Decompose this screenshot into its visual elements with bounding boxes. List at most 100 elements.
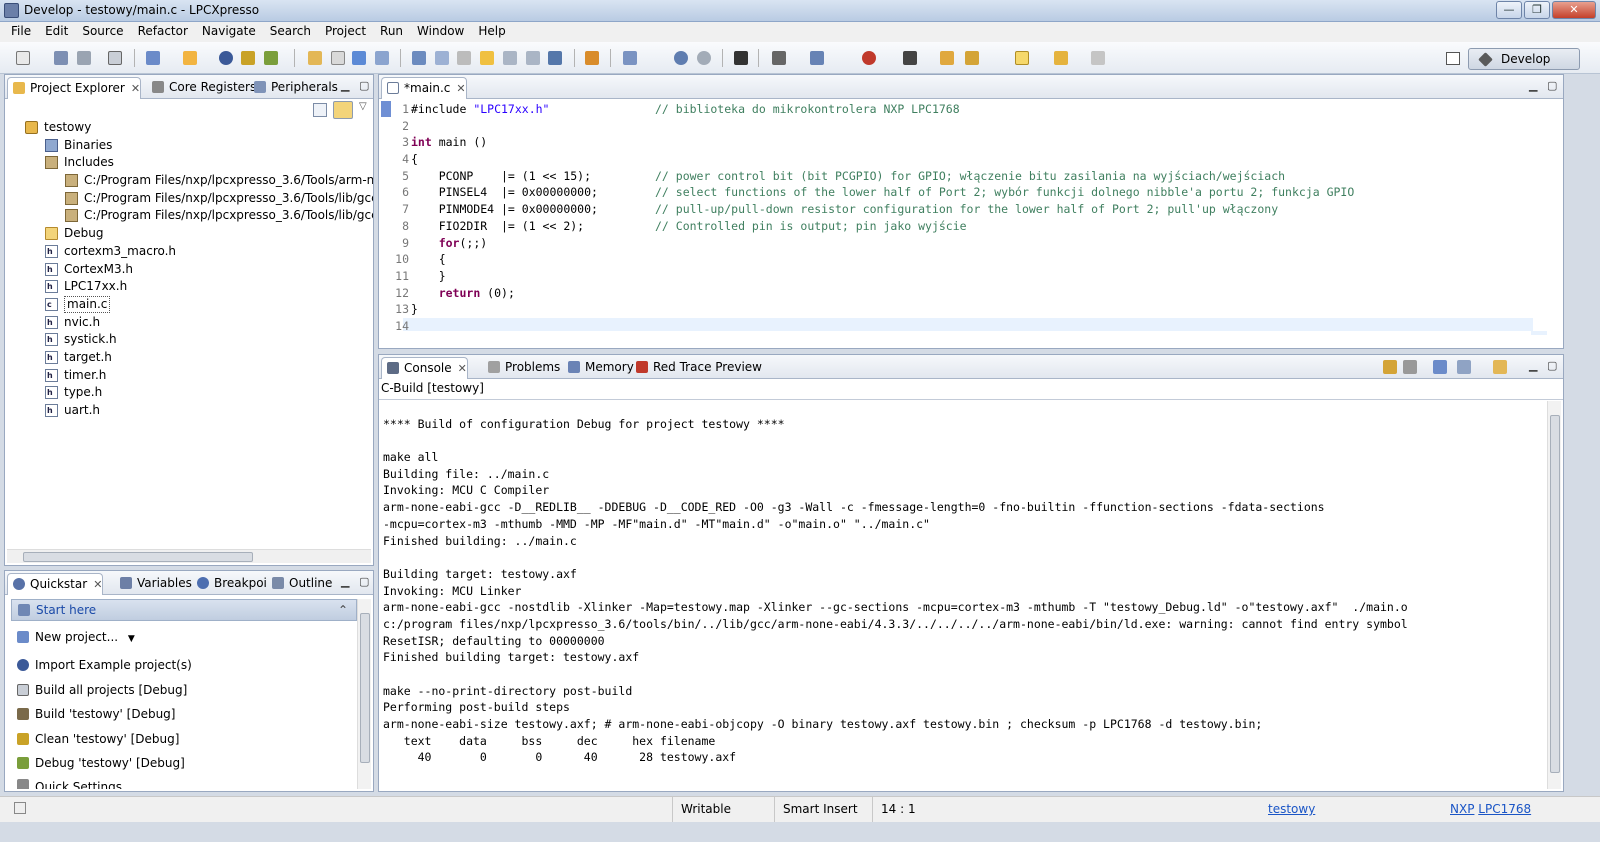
tab-project-explorer[interactable]: Project Explorer ✕ <box>7 77 142 99</box>
close-icon[interactable]: ✕ <box>93 578 102 591</box>
code-line[interactable]: 6 PINSEL4 |= 0x00000000; // select functi… <box>402 184 1547 201</box>
close-icon[interactable]: ✕ <box>131 82 140 95</box>
scrollbar-thumb[interactable] <box>1550 415 1560 773</box>
code-line[interactable]: 10 { <box>395 251 1547 268</box>
collapse-all-icon[interactable] <box>313 103 327 117</box>
tab-problems[interactable]: Problems <box>483 357 560 379</box>
tree-item[interactable]: h LPC17xx.h <box>5 278 373 296</box>
tree-item[interactable]: h timer.h <box>5 367 373 385</box>
copy-icon[interactable] <box>352 51 366 65</box>
clear-console-icon[interactable] <box>1403 360 1417 374</box>
tab-memory[interactable]: Memory <box>563 357 634 379</box>
code-line[interactable]: 7 PINMODE4 |= 0x00000000; // pull-up/pull… <box>402 201 1547 218</box>
display-console-icon[interactable] <box>1457 360 1471 374</box>
close-button[interactable]: ✕ <box>1552 1 1596 19</box>
menu-file[interactable]: File <box>4 22 38 42</box>
new-project-item[interactable]: New project... ▼ <box>15 627 135 647</box>
tree-item[interactable]: Debug <box>5 225 373 243</box>
import-example-item[interactable]: Import Example project(s) <box>15 655 192 675</box>
tab-main-c[interactable]: *main.c ✕ <box>381 77 467 99</box>
tab-quickstart[interactable]: Quickstar ✕ <box>7 573 104 595</box>
lock-icon[interactable] <box>1383 360 1397 374</box>
code-line[interactable]: 11 } <box>395 268 1547 285</box>
code-line[interactable]: 12 return (0); <box>395 285 1547 302</box>
new-project-icon[interactable] <box>146 51 160 65</box>
debug-project-item[interactable]: Debug 'testowy' [Debug] <box>15 753 185 773</box>
close-icon[interactable]: ✕ <box>458 362 467 375</box>
close-icon[interactable]: ✕ <box>456 82 465 95</box>
nxp-link[interactable]: NXP <box>1450 802 1474 816</box>
tree-item[interactable]: Binaries <box>5 137 373 155</box>
menu-window[interactable]: Window <box>410 22 471 42</box>
build-project-item[interactable]: Build 'testowy' [Debug] <box>15 704 175 724</box>
minimize-button[interactable]: — <box>1496 1 1522 19</box>
minimize-icon[interactable]: ▁ <box>1529 359 1537 372</box>
open-type-icon[interactable] <box>940 51 954 65</box>
tree-item[interactable]: C:/Program Files/nxp/lpcxpresso_3.6/Tool… <box>5 172 373 190</box>
tree-item[interactable]: h systick.h <box>5 331 373 349</box>
run-icon[interactable] <box>862 51 876 65</box>
scrollbar-thumb[interactable] <box>360 613 370 763</box>
collapse-icon[interactable]: ⌃ <box>338 600 348 620</box>
editor-horizontal-scrollbar[interactable] <box>381 331 1531 345</box>
debug-icon[interactable] <box>734 51 748 65</box>
quick-settings-item[interactable]: Quick Settings <box>15 775 122 789</box>
editor-vertical-scrollbar[interactable] <box>1533 101 1547 331</box>
import-icon[interactable] <box>183 51 197 65</box>
clean-project-item[interactable]: Clean 'testowy' [Debug] <box>15 729 179 749</box>
menu-navigate[interactable]: Navigate <box>195 22 263 42</box>
maximize-icon[interactable]: ▢ <box>1547 359 1557 372</box>
tree-item[interactable]: h cortexm3_macro.h <box>5 243 373 261</box>
console-output[interactable]: **** Build of configuration Debug for pr… <box>383 399 1543 766</box>
code-line[interactable]: 2 <box>402 118 1547 135</box>
open-folder-icon[interactable] <box>308 51 322 65</box>
download-icon[interactable] <box>548 51 562 65</box>
maximize-icon[interactable]: ▢ <box>1547 79 1557 92</box>
code-line[interactable]: 13} <box>395 301 1547 318</box>
menu-refactor[interactable]: Refactor <box>131 22 195 42</box>
tree-item[interactable]: Includes <box>5 154 373 172</box>
settings-icon[interactable] <box>810 51 824 65</box>
menu-help[interactable]: Help <box>471 22 512 42</box>
debug-pin-icon[interactable] <box>219 51 233 65</box>
quickstart-header[interactable]: Start here ⌃ <box>11 599 357 621</box>
menu-run[interactable]: Run <box>373 22 410 42</box>
build-all-item[interactable]: Build all projects [Debug] <box>15 680 187 700</box>
image-icon[interactable] <box>435 51 449 65</box>
tab-core-registers[interactable]: Core Registers <box>147 77 256 99</box>
save-icon[interactable] <box>54 51 68 65</box>
maximize-icon[interactable]: ▢ <box>359 79 369 92</box>
folder-up-icon[interactable] <box>331 51 345 65</box>
connect-icon[interactable] <box>674 51 688 65</box>
code-editor[interactable]: 1 #include "LPC17xx.h" // biblioteka do mi… <box>395 101 1547 335</box>
code-line[interactable]: 5 PCONP |= (1 << 15); // power control bi… <box>402 168 1547 185</box>
tab-red-trace[interactable]: Red Trace Preview <box>631 357 762 379</box>
tab-peripherals[interactable]: Peripherals <box>249 77 338 99</box>
link-editor-icon[interactable] <box>333 101 353 119</box>
minimize-icon[interactable]: ▁ <box>341 575 349 588</box>
maximize-button[interactable]: ❐ <box>1524 1 1550 19</box>
chip-icon[interactable] <box>903 51 917 65</box>
menu-project[interactable]: Project <box>318 22 373 42</box>
develop-perspective-button[interactable]: Develop <box>1468 48 1580 70</box>
clean-icon[interactable] <box>241 51 255 65</box>
export-icon[interactable] <box>412 51 426 65</box>
bug-icon[interactable] <box>264 51 278 65</box>
code-line[interactable]: 8 FIO2DIR |= (1 << 2); // Controlled pin … <box>402 218 1547 235</box>
tree-item[interactable]: testowy <box>5 119 373 137</box>
scrollbar-thumb[interactable] <box>23 552 253 562</box>
tree-item[interactable]: C:/Program Files/nxp/lpcxpresso_3.6/Tool… <box>5 190 373 208</box>
maximize-icon[interactable]: ▢ <box>359 575 369 588</box>
code-line[interactable]: 1 #include "LPC17xx.h" // biblioteka do mi… <box>402 101 1547 118</box>
tab-variables[interactable]: Variables <box>115 573 192 595</box>
tree-item[interactable]: h uart.h <box>5 402 373 420</box>
tab-console[interactable]: Console ✕ <box>381 357 468 379</box>
fast-view-icon[interactable] <box>14 802 26 814</box>
refresh-icon[interactable] <box>375 51 389 65</box>
new-icon[interactable] <box>16 51 30 65</box>
tree-item[interactable]: h nvic.h <box>5 314 373 332</box>
hammer-icon[interactable] <box>772 51 786 65</box>
vertical-scrollbar[interactable] <box>357 599 371 789</box>
dropdown-icon[interactable]: ▼ <box>128 634 135 644</box>
back-icon[interactable] <box>1054 51 1068 65</box>
